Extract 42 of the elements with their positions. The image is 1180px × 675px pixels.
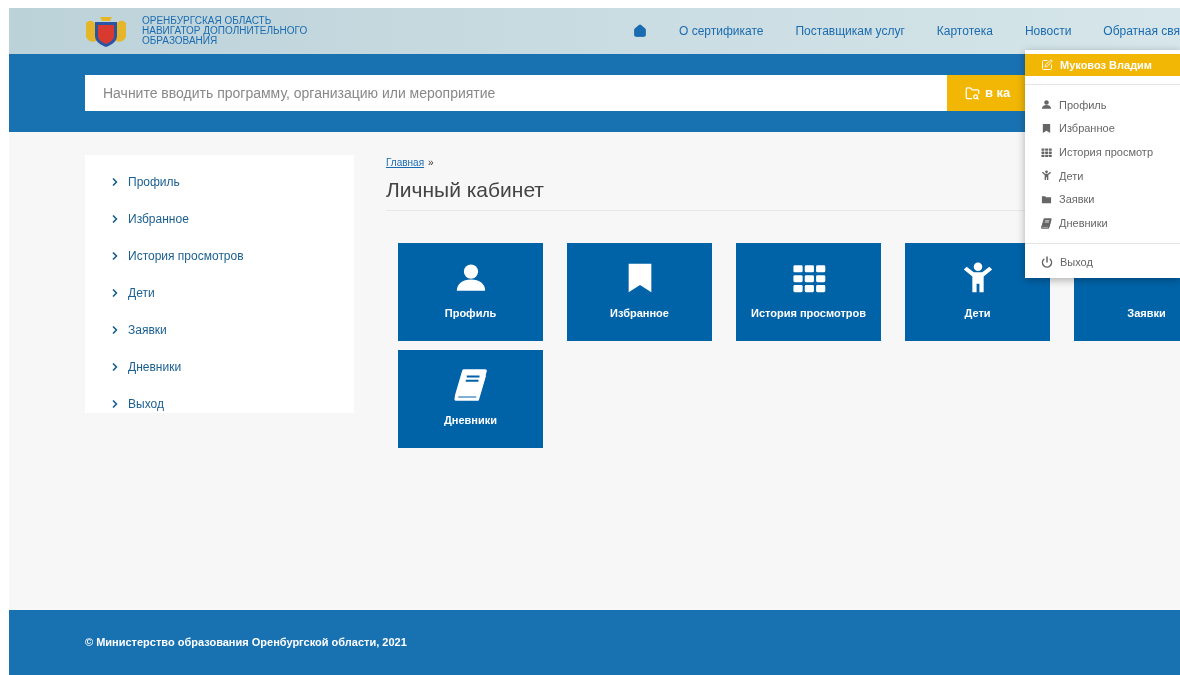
dashboard-tile[interactable]: Дети bbox=[905, 243, 1050, 341]
home-icon[interactable] bbox=[633, 24, 647, 38]
dashboard-tile[interactable]: Дневники bbox=[398, 350, 543, 448]
sidebar-link[interactable]: Выход bbox=[85, 385, 164, 422]
sidebar-link[interactable]: Избранное bbox=[85, 200, 189, 237]
child-figure-icon bbox=[1041, 170, 1052, 182]
sidebar-link[interactable]: Заявки bbox=[85, 311, 167, 348]
user-menu-item[interactable]: Дети bbox=[1025, 164, 1084, 188]
sidebar-link[interactable]: Дети bbox=[85, 274, 155, 311]
user-menu-item[interactable]: История просмотр bbox=[1025, 140, 1153, 165]
dashboard-tile[interactable]: Избранное bbox=[567, 243, 712, 341]
sidebar-link[interactable]: Профиль bbox=[85, 163, 180, 200]
dashboard-tile[interactable]: Профиль bbox=[398, 243, 543, 341]
copyright-text: © Министерство образования Оренбургской области, 2021 bbox=[85, 635, 407, 651]
logo-text: ОРЕНБУРГСКАЯ ОБЛАСТЬ bbox=[142, 16, 273, 26]
user-menu-item[interactable]: Профиль bbox=[1025, 93, 1107, 117]
sidebar-link[interactable]: История просмотров bbox=[85, 237, 244, 274]
logo-text: НАВИГАТОР ДОПОЛНИТЕЛЬНОГО bbox=[142, 26, 308, 36]
user-icon bbox=[1041, 99, 1052, 111]
edit-icon bbox=[1041, 59, 1053, 71]
search-field[interactable]: Начните вводить программу, организацию или мероприятие bbox=[85, 75, 947, 111]
sidebar-link[interactable]: Дневники bbox=[85, 348, 182, 385]
power-icon bbox=[1041, 256, 1053, 269]
logo-text: ОБРАЗОВАНИЯ bbox=[142, 36, 218, 46]
nav-link[interactable]: О сертификате bbox=[679, 22, 764, 40]
breadcrumb-link[interactable]: Главная bbox=[386, 155, 425, 170]
nav-link[interactable]: Картотека bbox=[936, 22, 993, 40]
page-title: Личный кабинет bbox=[386, 177, 544, 203]
breadcrumb-separator: » bbox=[428, 156, 434, 170]
book-icon bbox=[453, 367, 488, 402]
bookmark-icon bbox=[1041, 123, 1052, 135]
book-icon bbox=[1041, 217, 1052, 229]
nav-link[interactable]: Поставщикам услуг bbox=[795, 22, 905, 40]
folder-icon bbox=[1041, 194, 1052, 206]
folder-search-icon bbox=[965, 85, 980, 101]
nav-link[interactable]: Новости bbox=[1024, 22, 1072, 40]
grid-icon bbox=[1041, 146, 1052, 158]
user-menu-item[interactable]: Избранное bbox=[1025, 116, 1115, 141]
dashboard-tile[interactable]: История просмотров bbox=[736, 243, 881, 341]
nav-link[interactable]: Обратная свя bbox=[1103, 22, 1180, 40]
user-menu-item[interactable]: Заявки bbox=[1025, 187, 1095, 212]
user-menu-item[interactable]: Дневники bbox=[1025, 211, 1108, 236]
